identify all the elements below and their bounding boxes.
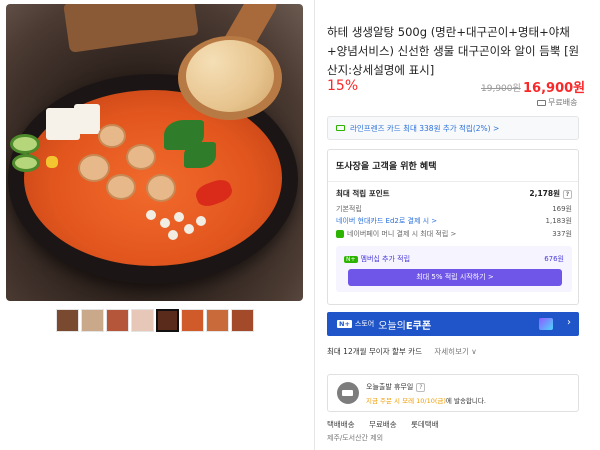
discount-rate: 15% <box>327 78 359 94</box>
zucchini-slice <box>12 154 40 172</box>
basic-value: 169원 <box>552 205 572 213</box>
npay-value: 337원 <box>552 230 572 238</box>
npay-icon <box>336 230 344 238</box>
quail-egg <box>160 218 170 228</box>
shipping-info-row: 택배배송 무료배송 롯데택배 <box>327 419 439 430</box>
original-price: 19,900원 <box>481 84 521 94</box>
npay-label[interactable]: 네이버페이 머니 결제 시 최대 적립 > <box>347 230 456 238</box>
installment-more-link[interactable]: 자세히보기 ∨ <box>434 347 476 356</box>
departure-title: 오늘출발 휴무일? <box>366 382 426 392</box>
thumbnail[interactable] <box>231 309 254 332</box>
benefit-heading: 또사장을 고객을 위한 혜택 <box>328 150 578 182</box>
roe-in-spoon <box>186 40 274 112</box>
chevron-right-icon: › <box>567 317 571 328</box>
ecoupon-prefix: 오늘의 <box>378 320 406 332</box>
shipping-type: 택배배송 <box>327 420 355 429</box>
coupon-icon <box>539 318 553 330</box>
shipping-text: 무료배송 <box>548 98 578 107</box>
membership-value: 676원 <box>544 255 564 263</box>
max-points-value: 2,178원 <box>529 189 560 198</box>
store-label: 스토어 <box>354 320 375 328</box>
herb-leaves <box>184 142 216 168</box>
membership-badge: N+ <box>344 256 358 263</box>
column-divider <box>314 0 315 450</box>
thumbnail[interactable] <box>56 309 79 332</box>
fish-roe-roll <box>146 174 176 202</box>
quail-egg <box>146 210 156 220</box>
fish-roe-roll <box>126 144 156 170</box>
max-points-label: 최대 적립 포인트 <box>336 189 390 198</box>
departure-detail: 지금 주문 시 모레 10/10(금)에 발송합니다. <box>366 395 486 405</box>
departure-box: 오늘출발 휴무일? 지금 주문 시 모레 10/10(금)에 발송합니다. <box>327 374 579 412</box>
hyundai-value: 1,183원 <box>545 217 572 225</box>
nplus-badge: N+ <box>337 320 352 328</box>
thumbnail[interactable] <box>181 309 204 332</box>
departure-date: 지금 주문 시 모레 10/10(금) <box>366 397 446 405</box>
sale-price: 16,900원 <box>523 81 586 96</box>
card-promo-text: 라인프렌즈 카드 최대 338원 추가 적립(2%) > <box>350 123 500 133</box>
shipping-note: 제주/도서산간 제외 <box>327 434 384 442</box>
benefit-box: 또사장을 고객을 위한 혜택 최대 적립 포인트 2,178원? 기본적립 16… <box>327 149 579 305</box>
zucchini-slice <box>10 134 40 154</box>
thumbnail[interactable] <box>81 309 104 332</box>
basic-points-row: 기본적립 169원 <box>336 204 572 214</box>
hyundai-card-row[interactable]: 네이버 현대카드 Ed2로 결제 시 > 1,183원 <box>336 216 572 226</box>
thumbnail[interactable] <box>206 309 229 332</box>
tofu-piece <box>74 104 100 134</box>
delivery-truck-icon <box>337 382 359 404</box>
thumbnail[interactable] <box>106 309 129 332</box>
quail-egg <box>184 224 194 234</box>
departure-title-text: 오늘출발 휴무일 <box>366 383 414 391</box>
max-points-row: 최대 적립 포인트 2,178원? <box>336 188 572 199</box>
corn <box>46 156 58 168</box>
courier: 롯데택배 <box>411 420 439 429</box>
thumbnail-strip <box>56 309 254 332</box>
truck-icon <box>537 99 546 106</box>
hyundai-label[interactable]: 네이버 현대카드 Ed2로 결제 시 > <box>336 216 437 226</box>
membership-start-button[interactable]: 최대 5% 적립 시작하기 > <box>348 269 562 286</box>
departure-rest: 에 발송합니다. <box>445 397 486 405</box>
fish-roe-roll <box>78 154 110 182</box>
ecoupon-banner[interactable]: N+ 스토어 오늘의 E쿠폰 › <box>327 312 579 336</box>
installment-label: 최대 12개월 무이자 할부 카드 <box>327 347 422 356</box>
card-promo-bar[interactable]: 라인프렌즈 카드 최대 338원 추가 적립(2%) > <box>327 116 579 140</box>
free-shipping-tag: 무료배송 <box>537 97 577 108</box>
installment-row: 최대 12개월 무이자 할부 카드 자세히보기 ∨ <box>327 346 477 357</box>
fish-roe-roll <box>98 124 126 148</box>
product-main-image[interactable] <box>6 4 303 301</box>
help-icon[interactable]: ? <box>563 190 572 199</box>
ecoupon-label: E쿠폰 <box>405 320 432 332</box>
thumbnail[interactable] <box>131 309 154 332</box>
fish-roe-roll <box>106 174 136 200</box>
membership-row: N+ 멤버십 추가 적립 676원 <box>344 254 564 264</box>
basic-label: 기본적립 <box>336 205 362 213</box>
npay-row[interactable]: 네이버페이 머니 결제 시 최대 적립 > 337원 <box>336 229 572 239</box>
thumbnail-active[interactable] <box>156 309 179 332</box>
quail-egg <box>196 216 206 226</box>
shipping-fee: 무료배송 <box>369 420 397 429</box>
membership-label: 멤버십 추가 적립 <box>360 255 411 263</box>
product-title: 하테 생생알탕 500g (명란+대구곤이+명태+야채+양념서비스) 신선한 생… <box>327 25 580 77</box>
quail-egg <box>174 212 184 222</box>
help-icon[interactable]: ? <box>416 383 426 392</box>
membership-box: N+ 멤버십 추가 적립 676원 최대 5% 적립 시작하기 > <box>336 246 572 292</box>
quail-egg <box>168 230 178 240</box>
card-icon <box>336 125 345 131</box>
cutting-board <box>63 4 199 53</box>
